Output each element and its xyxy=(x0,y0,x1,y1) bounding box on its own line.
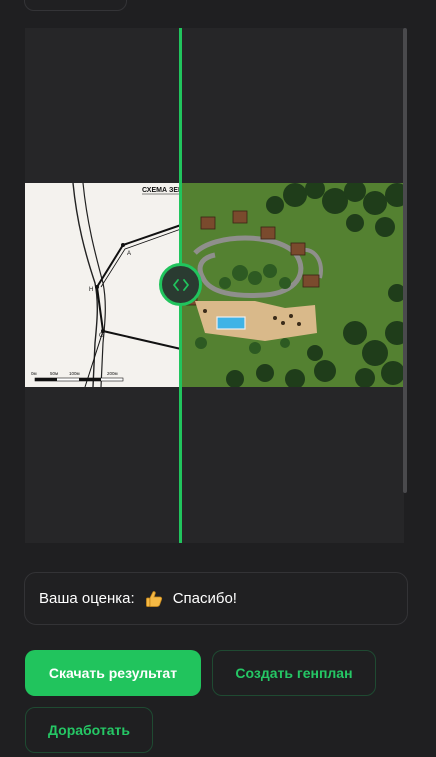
sketch-point-label: G xyxy=(99,333,104,339)
sketch-point-label: A xyxy=(127,251,131,257)
rating-label: Ваша оценка: xyxy=(39,590,135,607)
before-after-slider[interactable]: A H G СХЕМА ЗЕМ 0м 50м 100м 200м xyxy=(25,28,404,543)
scale-label: 200м xyxy=(107,371,118,376)
create-genplan-button[interactable]: Создать генплан xyxy=(212,650,376,696)
scale-label: 100м xyxy=(69,371,80,376)
render-image xyxy=(181,183,404,387)
chevrons-left-right-icon xyxy=(172,278,189,291)
top-button[interactable] xyxy=(24,0,127,11)
thanks-text: Спасибо! xyxy=(172,590,237,607)
download-result-button[interactable]: Скачать результат xyxy=(25,650,201,696)
sketch-point-label: H xyxy=(89,287,93,293)
scale-label: 0м xyxy=(31,371,37,376)
refine-button[interactable]: Доработать xyxy=(25,707,153,753)
scrollbar[interactable] xyxy=(403,28,407,493)
rating-panel: Ваша оценка: Спасибо! xyxy=(24,572,408,625)
compare-handle[interactable] xyxy=(159,263,202,306)
sketch-title: СХЕМА ЗЕМ xyxy=(142,187,184,194)
comparison-images: A H G СХЕМА ЗЕМ 0м 50м 100м 200м xyxy=(25,183,404,387)
scale-label: 50м xyxy=(50,371,58,376)
thumbs-up-icon[interactable] xyxy=(145,590,163,608)
